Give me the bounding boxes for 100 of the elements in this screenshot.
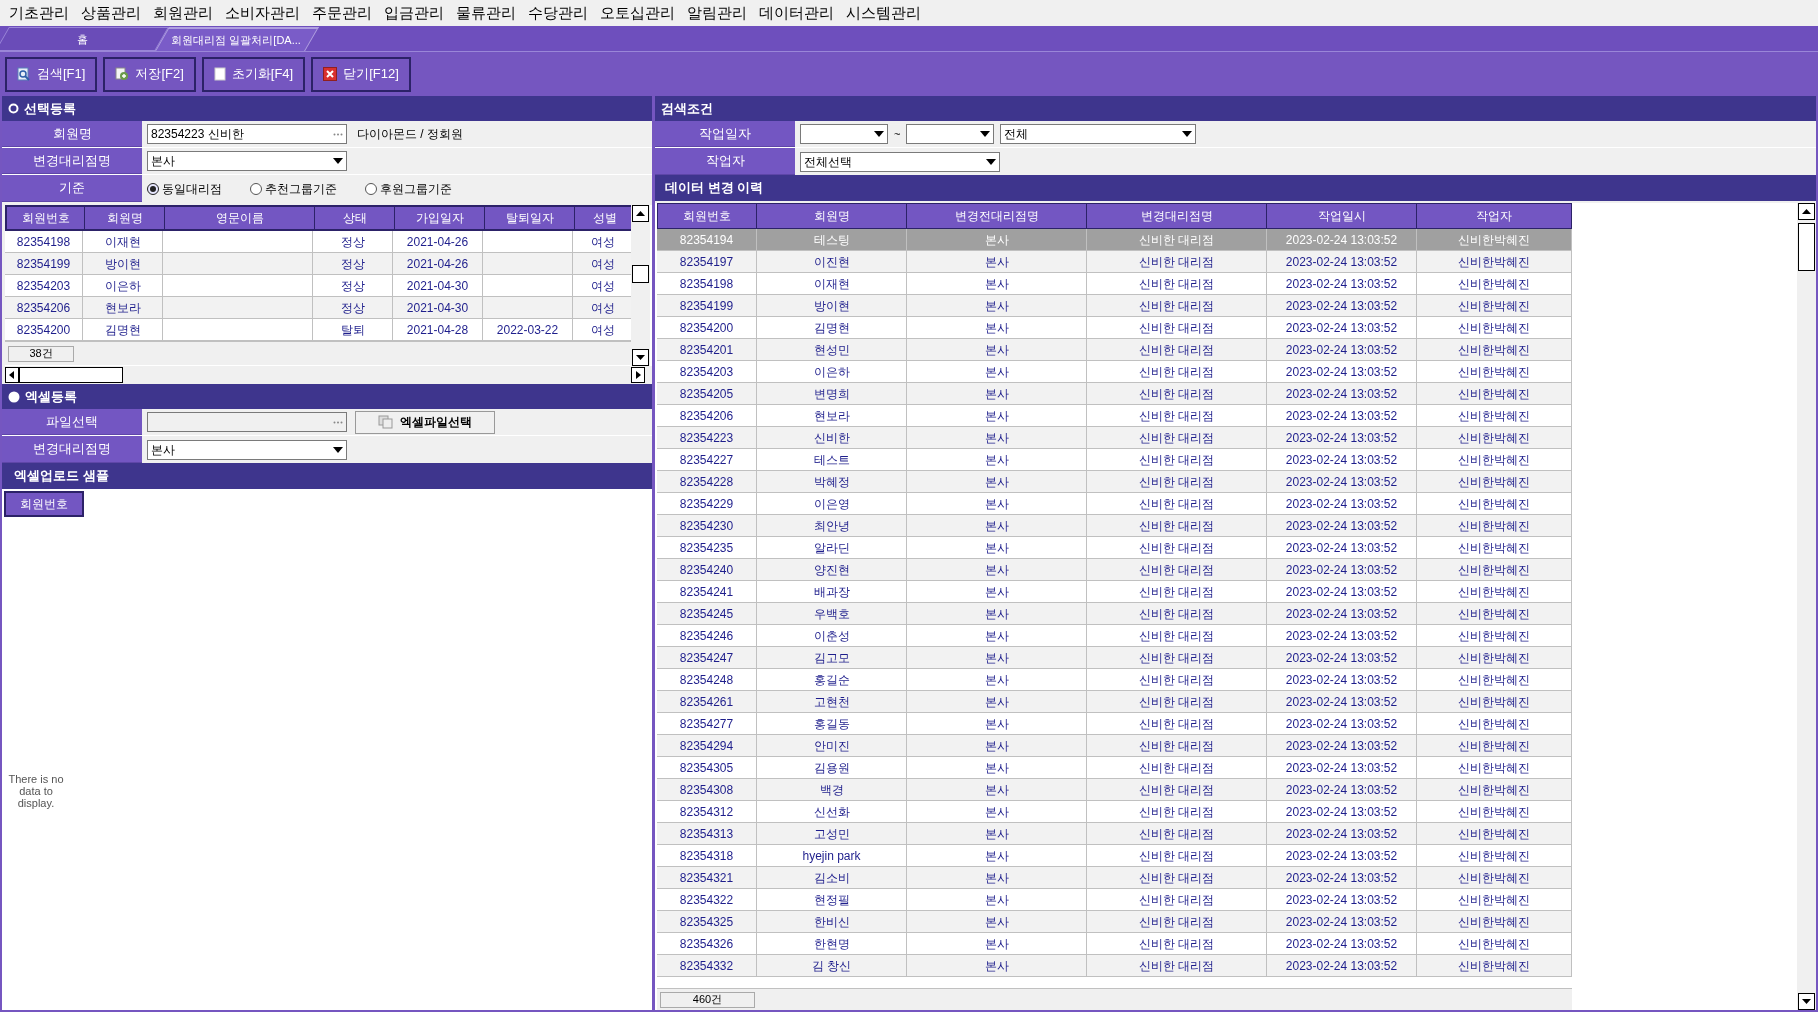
table-cell: 2023-02-24 13:03:52: [1267, 911, 1417, 932]
excel-file-button[interactable]: 엑셀파일선택: [355, 410, 495, 434]
caret-icon: [874, 131, 884, 137]
toolbar-button[interactable]: 검색[F1]: [5, 56, 98, 92]
table-row[interactable]: 82354200 김명현 본사 신비한 대리점 2023-02-24 13:03:52 신비한박혜진: [657, 317, 1572, 339]
menu-item[interactable]: 상품관리: [76, 1, 146, 25]
menu-item[interactable]: 수당관리: [523, 1, 593, 25]
table-cell: 2021-04-30: [393, 297, 483, 318]
table-cell: 신비한박혜진: [1417, 449, 1572, 470]
table-row[interactable]: 82354206 현보라 본사 신비한 대리점 2023-02-24 13:03:52 신비한박혜진: [657, 405, 1572, 427]
end-date-dropdown[interactable]: [906, 124, 995, 144]
column-header[interactable]: 변경전대리점명: [907, 203, 1087, 229]
vertical-scrollbar[interactable]: [631, 205, 650, 366]
table-row[interactable]: 82354241 배과장 본사 신비한 대리점 2023-02-24 13:03:52 신비한박혜진: [657, 581, 1572, 603]
menu-item[interactable]: 기초관리: [4, 1, 74, 25]
scrollbar-thumb[interactable]: [632, 265, 649, 283]
table-row[interactable]: 82354201 현성민 본사 신비한 대리점 2023-02-24 13:03:52 신비한박혜진: [657, 339, 1572, 361]
toolbar-button[interactable]: 닫기[F12]: [311, 56, 411, 92]
column-header[interactable]: 가입일자: [395, 207, 485, 229]
column-header[interactable]: 작업자: [1417, 203, 1572, 229]
menu-item[interactable]: 시스템관리: [841, 1, 926, 25]
table-cell: 본사: [907, 471, 1087, 492]
table-row[interactable]: 82354248 홍길순 본사 신비한 대리점 2023-02-24 13:03:52 신비한박혜진: [657, 669, 1572, 691]
table-row[interactable]: 82354197 이진현 본사 신비한 대리점 2023-02-24 13:03:52 신비한박혜진: [657, 251, 1572, 273]
table-row[interactable]: 82354308 백경 본사 신비한 대리점 2023-02-24 13:03:52 신비한박혜진: [657, 779, 1572, 801]
menu-item[interactable]: 회원관리: [148, 1, 218, 25]
table-row[interactable]: 82354246 이춘성 본사 신비한 대리점 2023-02-24 13:03:52 신비한박혜진: [657, 625, 1572, 647]
scrollbar-thumb[interactable]: [19, 367, 123, 383]
radio-button[interactable]: [365, 182, 377, 195]
toolbar-button[interactable]: 저장[F2]: [103, 56, 196, 92]
table-row[interactable]: 82354228 박혜정 본사 신비한 대리점 2023-02-24 13:03:52 신비한박혜진: [657, 471, 1572, 493]
date-separator: ~: [894, 126, 901, 142]
column-header[interactable]: 상태: [315, 207, 395, 229]
column-header[interactable]: 회원명: [85, 207, 165, 229]
table-row[interactable]: 82354305 김용원 본사 신비한 대리점 2023-02-24 13:03:52 신비한박혜진: [657, 757, 1572, 779]
table-row[interactable]: 82354312 신선화 본사 신비한 대리점 2023-02-24 13:03:52 신비한박혜진: [657, 801, 1572, 823]
table-row[interactable]: 82354326 한현명 본사 신비한 대리점 2023-02-24 13:03:52 신비한박혜진: [657, 933, 1572, 955]
file-field[interactable]: [147, 412, 347, 432]
member-field[interactable]: 82354223 신비한: [147, 124, 347, 144]
table-cell: 82354245: [657, 603, 757, 624]
toolbar-button[interactable]: 초기화[F4]: [201, 56, 306, 92]
table-row[interactable]: 82354325 한비신 본사 신비한 대리점 2023-02-24 13:03:52 신비한박혜진: [657, 911, 1572, 933]
table-row[interactable]: 82354313 고성민 본사 신비한 대리점 2023-02-24 13:03:52 신비한박혜진: [657, 823, 1572, 845]
table-row[interactable]: 82354203 이은하 본사 신비한 대리점 2023-02-24 13:03:52 신비한박혜진: [657, 361, 1572, 383]
table-row[interactable]: 82354229 이은영 본사 신비한 대리점 2023-02-24 13:03:52 신비한박혜진: [657, 493, 1572, 515]
agency-dropdown[interactable]: 본사: [147, 151, 347, 171]
table-cell: 신비한 대리점: [1087, 779, 1267, 800]
table-row[interactable]: 82354198 이재현 본사 신비한 대리점 2023-02-24 13:03:52 신비한박혜진: [657, 273, 1572, 295]
table-row[interactable]: 82354247 김고모 본사 신비한 대리점 2023-02-24 13:03:52 신비한박혜진: [657, 647, 1572, 669]
table-cell: 신비한박혜진: [1417, 339, 1572, 360]
date-scope-dropdown[interactable]: 전체: [1000, 124, 1197, 144]
column-header[interactable]: 회원번호: [4, 491, 84, 517]
column-header[interactable]: 변경대리점명: [1087, 203, 1267, 229]
column-header[interactable]: 회원명: [757, 203, 907, 229]
menu-item[interactable]: 입금관리: [379, 1, 449, 25]
agency-dropdown[interactable]: 본사: [147, 439, 347, 460]
radio-label[interactable]: 동일대리점: [162, 179, 222, 198]
radio-button[interactable]: [250, 182, 262, 195]
table-row[interactable]: 82354321 김소비 본사 신비한 대리점 2023-02-24 13:03:52 신비한박혜진: [657, 867, 1572, 889]
table-row[interactable]: 82354332 김 창신 본사 신비한 대리점 2023-02-24 13:03:52 신비한박혜진: [657, 955, 1572, 977]
table-cell: 82354247: [657, 647, 757, 668]
column-header[interactable]: 영문이름: [165, 207, 315, 229]
table-row[interactable]: 82354199 방이현 본사 신비한 대리점 2023-02-24 13:03:52 신비한박혜진: [657, 295, 1572, 317]
table-cell: 본사: [907, 647, 1087, 668]
column-header[interactable]: 탈퇴일자: [485, 207, 575, 229]
table-row[interactable]: 82354245 우백호 본사 신비한 대리점 2023-02-24 13:03:52 신비한박혜진: [657, 603, 1572, 625]
radio-label[interactable]: 추천그룹기준: [265, 179, 337, 198]
menu-item[interactable]: 물류관리: [451, 1, 521, 25]
table-cell: 신비한박혜진: [1417, 361, 1572, 382]
table-row[interactable]: 82354294 안미진 본사 신비한 대리점 2023-02-24 13:03:52 신비한박혜진: [657, 735, 1572, 757]
table-cell: 2023-02-24 13:03:52: [1267, 361, 1417, 382]
vertical-scrollbar[interactable]: [1797, 203, 1816, 1010]
table-row[interactable]: 82354235 알라딘 본사 신비한 대리점 2023-02-24 13:03:52 신비한박혜진: [657, 537, 1572, 559]
table-row[interactable]: 82354230 최안녕 본사 신비한 대리점 2023-02-24 13:03:52 신비한박혜진: [657, 515, 1572, 537]
menu-item[interactable]: 데이터관리: [754, 1, 839, 25]
menu-item[interactable]: 알림관리: [682, 1, 752, 25]
radio-icon: [8, 103, 19, 114]
radio-button[interactable]: [147, 182, 159, 195]
menu-item[interactable]: 오토십관리: [595, 1, 680, 25]
table-row[interactable]: 82354223 신비한 본사 신비한 대리점 2023-02-24 13:03:52 신비한박혜진: [657, 427, 1572, 449]
scrollbar-thumb[interactable]: [1798, 223, 1815, 271]
table-row[interactable]: 82354240 양진현 본사 신비한 대리점 2023-02-24 13:03:52 신비한박혜진: [657, 559, 1572, 581]
more-icon: [333, 132, 343, 136]
table-row[interactable]: 82354318 hyejin park 본사 신비한 대리점 2023-02-24 13:03:52 신비한박혜진: [657, 845, 1572, 867]
menu-item[interactable]: 소비자관리: [220, 1, 305, 25]
column-header[interactable]: 회원번호: [7, 207, 85, 229]
table-row[interactable]: 82354261 고현천 본사 신비한 대리점 2023-02-24 13:03:52 신비한박혜진: [657, 691, 1572, 713]
tab[interactable]: 회원대리점 일괄처리[DA...: [155, 27, 319, 51]
table-row[interactable]: 82354322 현정필 본사 신비한 대리점 2023-02-24 13:03:52 신비한박혜진: [657, 889, 1572, 911]
worker-dropdown[interactable]: 전체선택: [800, 151, 1000, 172]
table-row[interactable]: 82354277 홍길동 본사 신비한 대리점 2023-02-24 13:03:52 신비한박혜진: [657, 713, 1572, 735]
menu-item[interactable]: 주문관리: [307, 1, 377, 25]
table-row[interactable]: 82354205 변명희 본사 신비한 대리점 2023-02-24 13:03:52 신비한박혜진: [657, 383, 1572, 405]
radio-label[interactable]: 후원그룹기준: [380, 179, 452, 198]
tab[interactable]: 홈: [0, 27, 169, 51]
column-header[interactable]: 작업일시: [1267, 203, 1417, 229]
column-header[interactable]: 회원번호: [657, 203, 757, 229]
table-row[interactable]: 82354227 테스트 본사 신비한 대리점 2023-02-24 13:03:52 신비한박혜진: [657, 449, 1572, 471]
start-date-dropdown[interactable]: [800, 124, 888, 144]
table-cell: 신비한 대리점: [1087, 823, 1267, 844]
